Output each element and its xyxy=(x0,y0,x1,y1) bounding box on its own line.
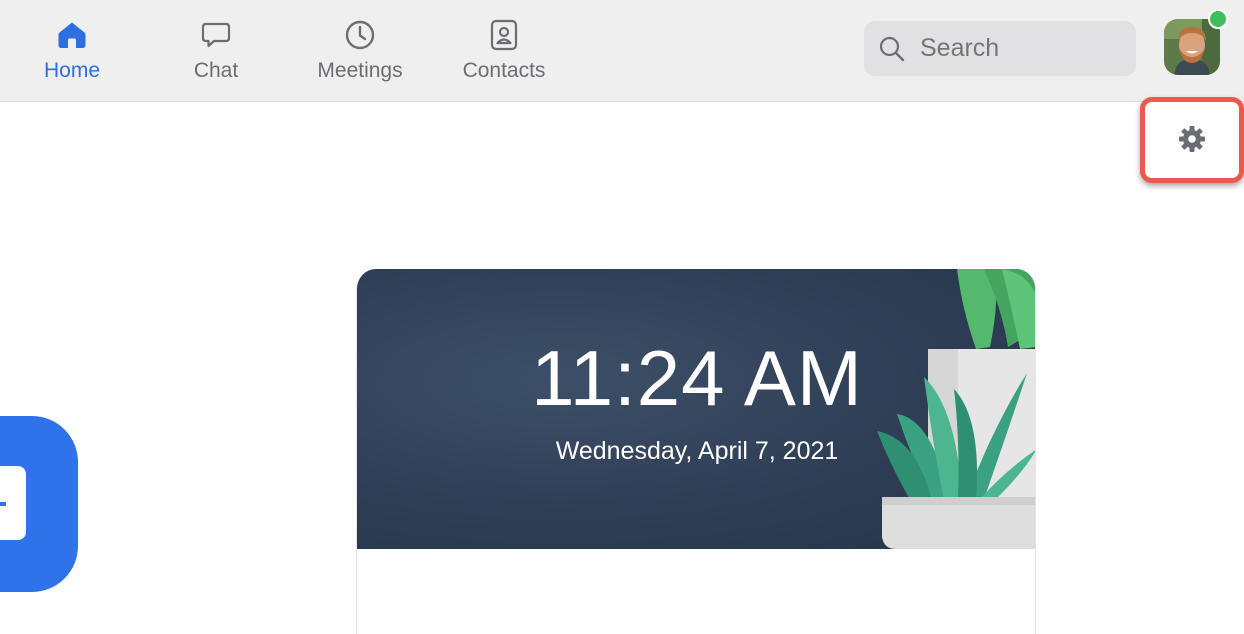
online-status-indicator xyxy=(1208,9,1228,29)
zoom-home-window: Home Chat Meetings Contacts Search 11:24… xyxy=(0,0,1244,634)
gear-icon xyxy=(1178,125,1206,158)
clock-time: 11:24 AM xyxy=(531,334,863,422)
settings-button[interactable] xyxy=(1150,107,1234,175)
search-box[interactable] xyxy=(864,21,1136,76)
tab-contacts-label: Contacts xyxy=(462,59,546,82)
clock-date: Wednesday, April 7, 2021 xyxy=(555,437,839,465)
contacts-icon xyxy=(487,18,521,52)
search-icon xyxy=(878,35,906,63)
tab-chat[interactable]: Chat xyxy=(144,0,288,101)
chat-icon xyxy=(199,18,233,52)
tab-home-label: Home xyxy=(43,59,101,82)
clock-card: 11:24 AM Wednesday, April 7, 2021 xyxy=(356,269,1036,634)
tab-meetings-label: Meetings xyxy=(317,59,403,82)
clock-icon xyxy=(343,18,377,52)
clock-banner: 11:24 AM Wednesday, April 7, 2021 xyxy=(357,269,1035,549)
tab-chat-label: Chat xyxy=(193,59,239,82)
tab-home[interactable]: Home xyxy=(0,0,144,101)
tab-meetings[interactable]: Meetings xyxy=(288,0,432,101)
home-icon xyxy=(55,18,89,52)
search-input[interactable] xyxy=(920,34,1120,63)
tab-contacts[interactable]: Contacts xyxy=(432,0,576,101)
top-navigation-bar: Home Chat Meetings Contacts Search xyxy=(0,0,1244,102)
video-camera-icon-detail xyxy=(0,502,6,506)
